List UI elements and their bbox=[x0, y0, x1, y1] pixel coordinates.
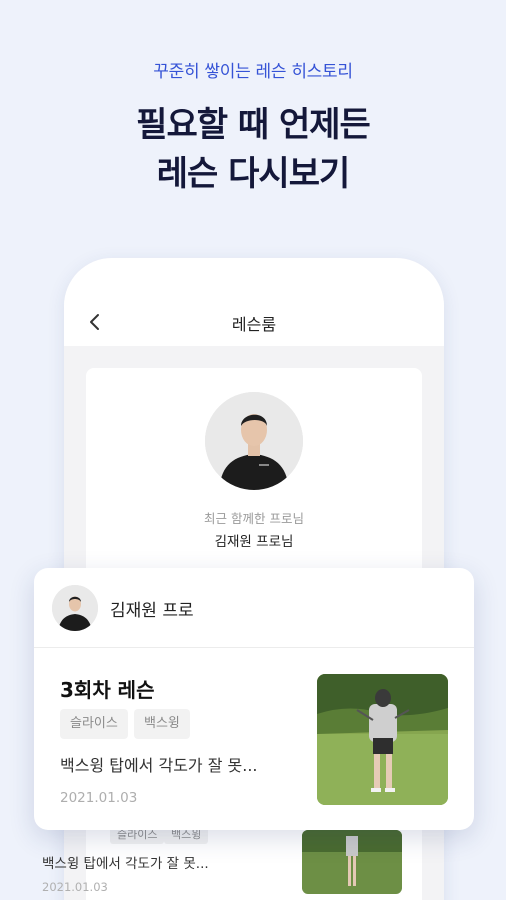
lesson-tag: 백스윙 bbox=[134, 709, 190, 739]
lesson-thumbnail[interactable] bbox=[317, 674, 448, 805]
coach-avatar bbox=[52, 585, 98, 631]
coach-avatar-large bbox=[205, 392, 303, 490]
app-header: 레슨룸 bbox=[64, 258, 444, 346]
page-title: 레슨룸 bbox=[231, 315, 277, 334]
coach-name: 김재원 프로 bbox=[110, 601, 194, 621]
lesson-description: 백스윙 탑에서 각도가 잘 못... bbox=[60, 756, 258, 775]
recent-coach-name: 김재원 프로님 bbox=[214, 534, 294, 550]
promo-title-line2: 레슨 다시보기 bbox=[156, 154, 351, 194]
background-lesson-thumbnail bbox=[302, 830, 402, 894]
background-lesson-description: 백스윙 탑에서 각도가 잘 못... bbox=[42, 856, 209, 872]
lesson-tag: 슬라이스 bbox=[60, 709, 128, 739]
lesson-title: 3회차 레슨 bbox=[60, 678, 155, 702]
promo-title-line1: 필요할 때 언제든 bbox=[136, 105, 371, 145]
background-lesson-date: 2021.01.03 bbox=[42, 880, 108, 894]
lesson-date: 2021.01.03 bbox=[60, 790, 138, 806]
divider bbox=[34, 647, 474, 648]
lesson-card[interactable]: 김재원 프로 3회차 레슨 슬라이스 백스윙 백스윙 탑에서 각도가 잘 못..… bbox=[34, 568, 474, 830]
promo-subtitle: 꾸준히 쌓이는 레슨 히스토리 bbox=[153, 62, 353, 82]
recent-coach-label: 최근 함께한 프로님 bbox=[204, 511, 304, 526]
